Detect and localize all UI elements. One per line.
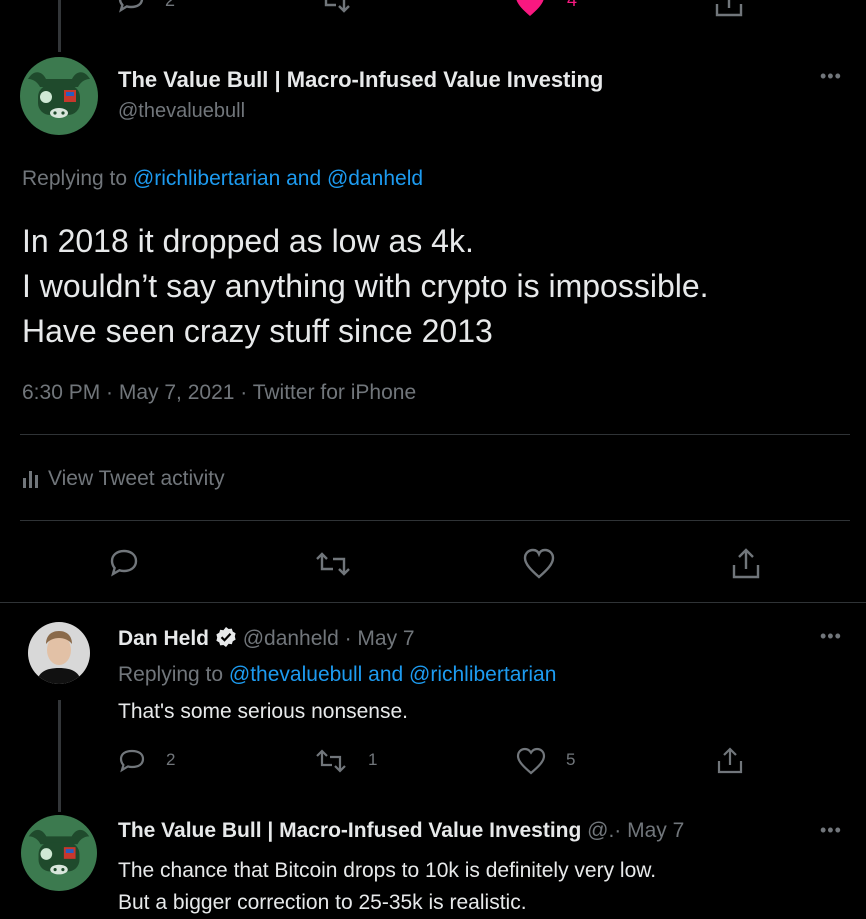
retweet-icon[interactable] [314,550,352,578]
share-icon[interactable] [714,0,744,18]
thread-line-top [58,0,61,52]
bull-author-name[interactable]: The Value Bull | Macro-Infused Value Inv… [118,819,581,842]
view-tweet-activity[interactable]: View Tweet activity [22,467,225,491]
divider [0,602,866,603]
bull-text-line-2: But a bigger correction to 25-35k is rea… [118,891,527,914]
main-timestamp[interactable]: 6:30 PM · May 7, 2021 · Twitter for iPho… [22,381,416,405]
avatar-thevaluebull[interactable] [20,57,98,135]
dan-like-count: 5 [566,750,576,769]
activity-label: View Tweet activity [48,467,225,490]
main-replying-to: Replying to @richlibertarian and @danhel… [22,167,423,191]
main-text-line-3: Have seen crazy stuff since 2013 [22,313,493,349]
dan-replying-to: Replying to @thevaluebull and @richliber… [118,663,556,687]
replying-to-users[interactable]: @thevaluebull and @richlibertarian [229,663,556,686]
main-tweet-text: In 2018 it dropped as low as 4k. I would… [22,219,709,354]
activity-chart-icon [22,469,40,489]
replying-to-prefix: Replying to [22,167,128,190]
top-like-count: 4 [567,0,578,10]
replying-to-users[interactable]: @richlibertarian and @danheld [133,167,423,190]
main-author-name[interactable]: The Value Bull | Macro-Infused Value Inv… [118,67,603,93]
more-icon[interactable]: ••• [820,626,842,647]
more-icon[interactable]: ••• [820,820,842,841]
bull-tweet-text: The chance that Bitcoin drops to 10k is … [118,855,656,919]
dan-reply-count: 2 [166,750,176,769]
share-icon[interactable] [716,745,744,775]
avatar-danheld[interactable] [28,622,90,684]
thread-line [58,700,61,812]
divider [20,520,850,521]
reply-icon[interactable] [108,548,140,578]
avatar-thevaluebull[interactable] [21,815,97,891]
bull-header: The Value Bull | Macro-Infused Value Inv… [118,819,684,843]
dan-author-name[interactable]: Dan Held [118,627,209,650]
bull-handle-date[interactable]: @.· May 7 [587,819,684,842]
like-icon[interactable] [522,548,556,580]
verified-badge-icon [215,626,237,648]
reply-icon[interactable] [116,0,146,14]
retweet-icon[interactable] [318,0,352,14]
divider [20,434,850,435]
main-text-line-1: In 2018 it dropped as low as 4k. [22,223,474,259]
main-author-handle[interactable]: @thevaluebull [118,100,245,123]
retweet-icon[interactable] [314,748,348,774]
reply-icon[interactable] [118,748,146,774]
like-icon[interactable] [514,0,546,18]
top-reply-count: 2 [165,0,176,10]
bull-text-line-1: The chance that Bitcoin drops to 10k is … [118,859,657,882]
dan-retweet-count: 1 [368,750,378,769]
like-icon[interactable] [516,747,546,775]
main-text-line-2: I wouldn’t say anything with crypto is i… [22,268,709,304]
share-icon[interactable] [730,546,762,580]
dan-header: Dan Held @danheld · May 7 [118,626,415,651]
dan-handle-date[interactable]: @danheld · May 7 [243,627,415,650]
more-icon[interactable]: ••• [820,66,842,87]
replying-to-prefix: Replying to [118,663,224,686]
dan-tweet-text: That's some serious nonsense. [118,700,408,723]
